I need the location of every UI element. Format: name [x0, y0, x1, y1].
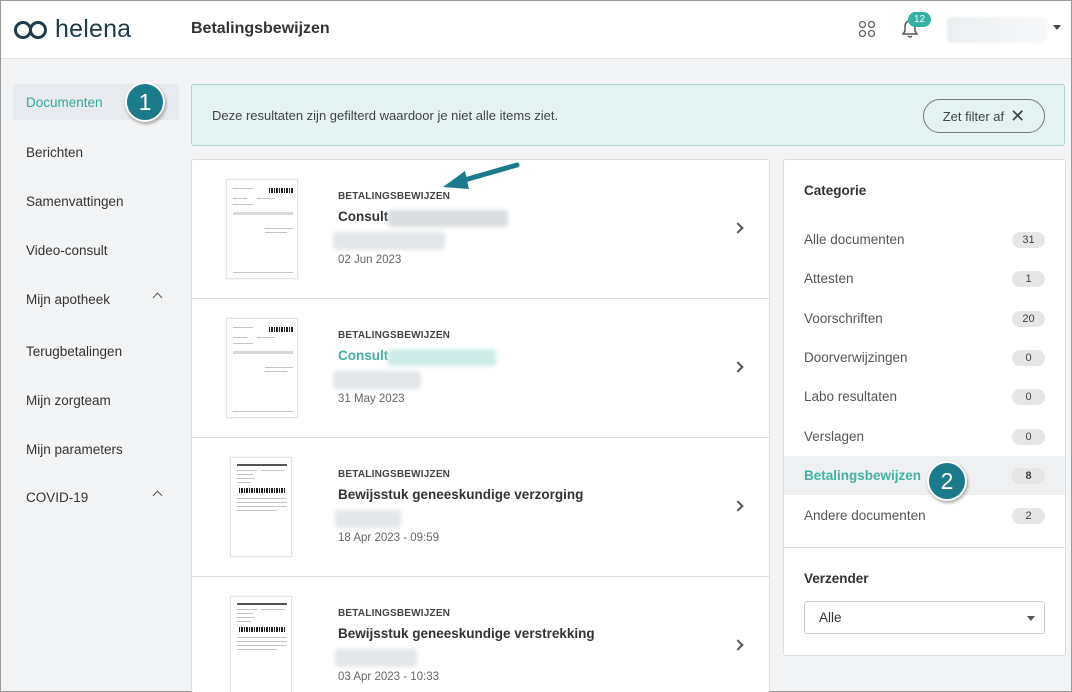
- document-thumbnail: [230, 596, 292, 692]
- apps-grid-icon[interactable]: [858, 20, 876, 38]
- sidebar-item-label: Mijn zorgteam: [26, 392, 111, 408]
- sidebar-item-label: COVID-19: [26, 489, 89, 505]
- document-category: BETALINGSBEWIJZEN: [338, 330, 451, 341]
- chevron-right-icon[interactable]: [732, 222, 744, 234]
- page-title: Betalingsbewijzen: [191, 20, 330, 37]
- step-annotation-1: 1: [125, 82, 165, 122]
- sender-heading: Verzender: [804, 571, 869, 586]
- document-category: BETALINGSBEWIJZEN: [338, 191, 451, 202]
- count-badge: 1: [1012, 271, 1045, 287]
- category-doorverwijzingen[interactable]: Doorverwijzingen 0: [784, 338, 1065, 377]
- top-header: helena Betalingsbewijzen 12: [1, 1, 1071, 59]
- sidebar-item-mijn-zorgteam[interactable]: Mijn zorgteam: [13, 382, 179, 418]
- count-badge: 31: [1012, 232, 1045, 248]
- sidebar-item-label: Mijn apotheek: [26, 291, 111, 307]
- document-title: Consult: [338, 209, 389, 224]
- sidebar-item-samenvattingen[interactable]: Samenvattingen: [13, 183, 179, 219]
- sender-selected-value: Alle: [819, 610, 842, 625]
- redacted-text: [333, 371, 421, 389]
- notification-badge: 12: [908, 12, 932, 27]
- category-label: Doorverwijzingen: [804, 350, 908, 365]
- redacted-text: [388, 349, 496, 366]
- chevron-right-icon[interactable]: [732, 639, 744, 651]
- logo-text: helena: [55, 15, 132, 43]
- category-verslagen[interactable]: Verslagen 0: [784, 417, 1065, 456]
- count-badge: 0: [1012, 429, 1045, 445]
- category-filter-panel: Categorie Alle documenten 31 Attesten 1 …: [783, 159, 1066, 656]
- panel-divider: [784, 547, 1065, 548]
- helena-logo[interactable]: helena: [13, 15, 131, 44]
- category-attesten[interactable]: Attesten 1: [784, 259, 1065, 298]
- document-date: 18 Apr 2023 - 09:59: [338, 532, 440, 544]
- chevron-down-icon[interactable]: [1053, 25, 1061, 30]
- count-badge: 20: [1012, 311, 1045, 327]
- document-title: Consult: [338, 348, 389, 363]
- category-label: Labo resultaten: [804, 389, 898, 404]
- category-voorschriften[interactable]: Voorschriften 20: [784, 299, 1065, 338]
- category-andere-documenten[interactable]: Andere documenten 2: [784, 496, 1065, 535]
- document-date: 03 Apr 2023 - 10:33: [338, 671, 440, 683]
- count-badge: 8: [1012, 468, 1045, 484]
- chevron-up-icon[interactable]: [152, 292, 163, 303]
- category-labo-resultaten[interactable]: Labo resultaten 0: [784, 377, 1065, 416]
- sidebar-item-covid-19[interactable]: COVID-19: [13, 479, 179, 515]
- helena-logo-icon: [14, 20, 47, 39]
- redacted-text: [333, 232, 445, 250]
- chevron-right-icon[interactable]: [732, 500, 744, 512]
- sender-select[interactable]: Alle: [804, 601, 1045, 634]
- category-label: Voorschriften: [804, 311, 883, 326]
- sidebar: Documenten Berichten Samenvattingen Vide…: [1, 59, 191, 691]
- clear-filter-label: Zet filter af: [942, 108, 1005, 124]
- sidebar-item-berichten[interactable]: Berichten: [13, 134, 179, 170]
- document-row[interactable]: BETALINGSBEWIJZEN Bewijsstuk geneeskundi…: [192, 438, 769, 577]
- sidebar-item-label: Video-consult: [26, 242, 108, 258]
- count-badge: 2: [1012, 508, 1045, 524]
- document-row[interactable]: BETALINGSBEWIJZEN Bewijsstuk geneeskundi…: [192, 577, 769, 692]
- sidebar-item-terugbetalingen[interactable]: Terugbetalingen: [13, 333, 179, 369]
- document-category: BETALINGSBEWIJZEN: [338, 608, 451, 619]
- document-list: BETALINGSBEWIJZEN Consult 02 Jun 2023 BE…: [191, 159, 770, 692]
- count-badge: 0: [1012, 350, 1045, 366]
- redacted-text: [388, 210, 508, 227]
- close-icon: ✕: [1010, 106, 1026, 126]
- filter-notice: Deze resultaten zijn gefilterd waardoor …: [191, 84, 1065, 146]
- category-label: Andere documenten: [804, 508, 926, 523]
- redacted-text: [335, 510, 401, 528]
- document-thumbnail: [226, 179, 298, 279]
- document-title: Bewijsstuk geneeskundige verstrekking: [338, 626, 595, 641]
- category-alle-documenten[interactable]: Alle documenten 31: [784, 220, 1065, 259]
- sidebar-item-label: Terugbetalingen: [26, 343, 123, 359]
- redacted-text: [335, 649, 417, 667]
- chevron-right-icon[interactable]: [732, 361, 744, 373]
- chevron-up-icon[interactable]: [152, 490, 163, 501]
- sidebar-item-label: Berichten: [26, 144, 84, 160]
- chevron-down-icon: [1027, 616, 1035, 621]
- document-thumbnail: [230, 457, 292, 557]
- category-heading: Categorie: [804, 183, 867, 198]
- sidebar-item-video-consult[interactable]: Video-consult: [13, 232, 179, 268]
- document-date: 02 Jun 2023: [338, 254, 402, 266]
- document-category: BETALINGSBEWIJZEN: [338, 469, 451, 480]
- filter-message: Deze resultaten zijn gefilterd waardoor …: [212, 108, 559, 123]
- sidebar-item-mijn-apotheek[interactable]: Mijn apotheek: [13, 281, 179, 317]
- document-title: Bewijsstuk geneeskundige verzorging: [338, 487, 584, 502]
- document-row[interactable]: BETALINGSBEWIJZEN Consult 31 May 2023: [192, 299, 769, 438]
- document-thumbnail: [226, 318, 298, 418]
- category-label: Verslagen: [804, 429, 865, 444]
- category-betalingsbewijzen[interactable]: Betalingsbewijzen 8: [784, 456, 1065, 495]
- sidebar-item-label: Mijn parameters: [26, 441, 123, 457]
- sidebar-item-label: Samenvattingen: [26, 193, 124, 209]
- category-label: Alle documenten: [804, 232, 905, 247]
- category-label: Attesten: [804, 271, 854, 286]
- clear-filter-button[interactable]: Zet filter af ✕: [923, 99, 1045, 133]
- document-date: 31 May 2023: [338, 393, 405, 405]
- user-menu[interactable]: [947, 17, 1047, 43]
- sidebar-item-label: Documenten: [26, 94, 103, 110]
- sidebar-item-mijn-parameters[interactable]: Mijn parameters: [13, 431, 179, 467]
- annotation-arrow-icon: [443, 162, 520, 189]
- category-label: Betalingsbewijzen: [804, 468, 922, 483]
- step-annotation-2: 2: [927, 461, 967, 501]
- count-badge: 0: [1012, 389, 1045, 405]
